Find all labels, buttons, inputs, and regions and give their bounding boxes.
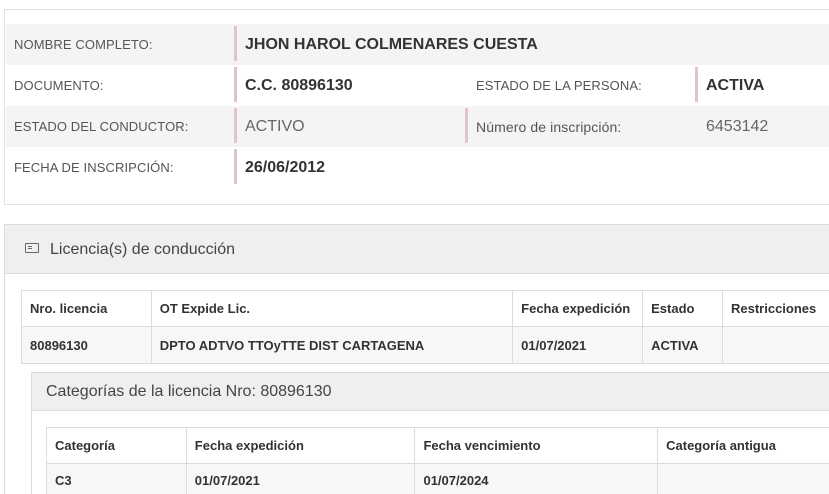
col-nro-licencia: Nro. licencia [21, 290, 152, 327]
col-restricciones: Restricciones [722, 290, 829, 327]
row-documento: DOCUMENTO: C.C. 80896130 ESTADO DE LA PE… [6, 65, 829, 106]
cell-nro-licencia: 80896130 [21, 326, 152, 364]
row-estado-conductor: ESTADO DEL CONDUCTOR: ACTIVO Número de i… [6, 106, 829, 147]
col-ot-expide: OT Expide Lic. [150, 290, 514, 327]
table-header-row: Categoría Fecha expedición Fecha vencimi… [46, 427, 829, 464]
nombre-value: JHON HAROL COLMENARES CUESTA [245, 35, 538, 53]
cell-ot-expide: DPTO ADTVO TTOyTTE DIST CARTAGENA [150, 326, 514, 364]
estado-persona-value: ACTIVA [706, 76, 765, 94]
cell-fecha-expedicion: 01/07/2021 [512, 326, 644, 364]
documento-label: DOCUMENTO: [14, 78, 104, 93]
licencias-header[interactable]: Licencia(s) de conducción [5, 225, 829, 274]
licencias-panel: Licencia(s) de conducción Nro. licencia … [4, 224, 829, 494]
person-info-card: NOMBRE COMPLETO: JHON HAROL COLMENARES C… [4, 9, 829, 205]
documento-value: C.C. 80896130 [245, 76, 353, 94]
inscripcion-num-label: Número de inscripción: [476, 118, 622, 135]
fecha-inscripcion-value: 26/06/2012 [245, 158, 326, 176]
divider [465, 108, 468, 143]
divider [234, 26, 237, 61]
estado-persona-label: ESTADO DE LA PERSONA: [476, 78, 642, 93]
cell-categoria-antigua [657, 463, 829, 494]
table-row[interactable]: 80896130 DPTO ADTVO TTOyTTE DIST CARTAGE… [21, 326, 829, 364]
categorias-header: Categorías de la licencia Nro: 80896130 [32, 373, 829, 411]
inscripcion-num-value: 6453142 [706, 117, 769, 135]
col-categoria-antigua: Categoría antigua [657, 427, 829, 464]
licencias-title: Licencia(s) de conducción [50, 240, 235, 258]
cell-categoria: C3 [46, 463, 187, 494]
cell-restricciones [722, 326, 829, 364]
divider [234, 67, 237, 102]
col-fecha-expedicion: Fecha expedición [185, 427, 416, 464]
divider [234, 108, 237, 143]
col-fecha-expedicion: Fecha expedición [512, 290, 644, 327]
cell-fecha-vencimiento: 01/07/2024 [414, 463, 659, 494]
row-nombre: NOMBRE COMPLETO: JHON HAROL COLMENARES C… [6, 24, 829, 65]
cell-fecha-expedicion: 01/07/2021 [185, 463, 416, 494]
estado-conductor-label: ESTADO DEL CONDUCTOR: [14, 119, 189, 134]
divider [695, 67, 698, 102]
categorias-table: Categoría Fecha expedición Fecha vencimi… [46, 427, 829, 494]
categorias-title: Categorías de la licencia Nro: 80896130 [46, 383, 332, 400]
licencias-table: Nro. licencia OT Expide Lic. Fecha exped… [21, 290, 829, 364]
table-header-row: Nro. licencia OT Expide Lic. Fecha exped… [21, 290, 829, 327]
estado-conductor-value: ACTIVO [245, 117, 305, 135]
col-categoria: Categoría [46, 427, 187, 464]
fecha-inscripcion-label: FECHA DE INSCRIPCIÓN: [14, 160, 174, 175]
row-fecha-inscripcion: FECHA DE INSCRIPCIÓN: 26/06/2012 [6, 147, 829, 188]
nombre-label: NOMBRE COMPLETO: [14, 37, 153, 52]
categorias-panel: Categorías de la licencia Nro: 80896130 … [31, 372, 829, 494]
table-row[interactable]: C3 01/07/2021 01/07/2024 [46, 463, 829, 494]
cell-estado: ACTIVA [642, 326, 723, 364]
divider [234, 149, 237, 184]
col-estado: Estado [642, 290, 723, 327]
col-fecha-vencimiento: Fecha vencimiento [414, 427, 659, 464]
id-card-icon [25, 243, 39, 253]
